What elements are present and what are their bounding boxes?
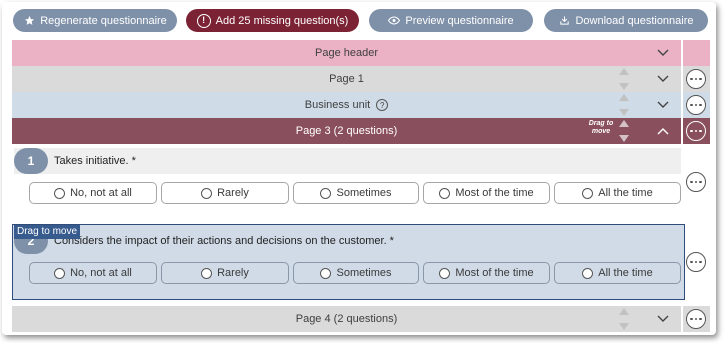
move-up-icon[interactable] xyxy=(619,68,629,75)
reorder-arrows[interactable] xyxy=(618,68,630,90)
business-unit-side xyxy=(683,92,710,118)
page-header-side xyxy=(683,40,710,66)
option-rarely[interactable]: Rarely xyxy=(161,262,289,284)
more-options-icon[interactable] xyxy=(686,69,706,89)
regenerate-questionnaire-button[interactable]: Regenerate questionnaire xyxy=(13,9,177,32)
option-no-not-at-all[interactable]: No, not at all xyxy=(29,262,157,284)
option-label: Sometimes xyxy=(336,187,392,199)
option-label: Most of the time xyxy=(455,187,534,199)
move-down-icon[interactable] xyxy=(619,323,629,330)
option-all-the-time[interactable]: All the time xyxy=(554,182,681,204)
drag-hint: Drag to move xyxy=(588,120,614,135)
exclamation-circle-icon: ! xyxy=(196,13,211,28)
radio-icon[interactable] xyxy=(439,267,451,279)
business-unit-section[interactable]: Business unit ? xyxy=(12,92,681,118)
option-sometimes[interactable]: Sometimes xyxy=(293,262,419,284)
radio-icon[interactable] xyxy=(320,267,332,279)
question-1-options: No, not at all Rarely Sometimes Most of … xyxy=(29,182,684,204)
radio-icon[interactable] xyxy=(201,187,213,199)
star-icon xyxy=(23,15,35,27)
download-questionnaire-button[interactable]: Download questionnaire xyxy=(544,9,708,32)
more-options-icon[interactable] xyxy=(686,121,706,141)
option-label: No, not at all xyxy=(70,187,132,199)
chevron-up-icon[interactable] xyxy=(657,127,669,135)
page-4-side xyxy=(683,306,710,332)
download-icon xyxy=(558,15,570,27)
page-header-section[interactable]: Page header xyxy=(12,40,681,66)
move-down-icon[interactable] xyxy=(619,109,629,116)
page-1-label: Page 1 xyxy=(329,73,364,85)
reorder-arrows[interactable] xyxy=(618,120,630,142)
option-label: Most of the time xyxy=(455,267,534,279)
more-options-icon[interactable] xyxy=(686,252,706,272)
page-3-section[interactable]: Page 3 (2 questions) Drag to move xyxy=(12,118,681,144)
option-label: Rarely xyxy=(217,187,249,199)
page-3-label: Page 3 (2 questions) xyxy=(295,125,398,137)
chevron-down-icon[interactable] xyxy=(657,75,669,83)
drag-to-move-tag[interactable]: Drag to move xyxy=(14,225,81,239)
regenerate-label: Regenerate questionnaire xyxy=(40,14,167,27)
radio-icon[interactable] xyxy=(439,187,451,199)
questionnaire-editor: Regenerate questionnaire ! Add 25 missin… xyxy=(2,2,716,335)
chevron-down-icon[interactable] xyxy=(657,315,669,323)
preview-questionnaire-button[interactable]: Preview questionnaire xyxy=(369,9,533,32)
page-1-side xyxy=(683,66,710,92)
option-no-not-at-all[interactable]: No, not at all xyxy=(29,182,157,204)
question-1-header: 1 Takes initiative. * xyxy=(14,148,681,174)
question-2-options: No, not at all Rarely Sometimes Most of … xyxy=(29,262,684,284)
download-label: Download questionnaire xyxy=(575,14,694,27)
radio-icon[interactable] xyxy=(54,187,66,199)
option-label: Rarely xyxy=(217,267,249,279)
option-rarely[interactable]: Rarely xyxy=(161,182,289,204)
radio-icon[interactable] xyxy=(320,187,332,199)
add-missing-questions-button[interactable]: ! Add 25 missing question(s) xyxy=(186,9,359,32)
page-1-section[interactable]: Page 1 xyxy=(12,66,681,92)
move-up-icon[interactable] xyxy=(619,94,629,101)
toolbar: Regenerate questionnaire ! Add 25 missin… xyxy=(2,2,716,38)
radio-icon[interactable] xyxy=(201,267,213,279)
question-1-text: Takes initiative. * xyxy=(54,155,136,167)
option-label: All the time xyxy=(598,267,653,279)
chevron-down-icon[interactable] xyxy=(657,49,669,57)
question-2-header: 2 Considers the impact of their actions … xyxy=(14,228,681,254)
option-label: No, not at all xyxy=(70,267,132,279)
preview-label: Preview questionnaire xyxy=(405,14,514,27)
chevron-down-icon[interactable] xyxy=(657,101,669,109)
radio-icon[interactable] xyxy=(582,267,594,279)
help-icon[interactable]: ? xyxy=(376,99,389,111)
radio-icon[interactable] xyxy=(582,187,594,199)
more-options-icon[interactable] xyxy=(686,95,706,115)
page-3-side xyxy=(683,118,710,144)
reorder-arrows[interactable] xyxy=(618,94,630,116)
option-most-of-the-time[interactable]: Most of the time xyxy=(423,182,550,204)
reorder-arrows[interactable] xyxy=(618,308,630,330)
page-4-section[interactable]: Page 4 (2 questions) xyxy=(12,306,681,332)
move-up-icon[interactable] xyxy=(619,120,629,127)
business-unit-label: Business unit xyxy=(304,99,371,111)
more-options-icon[interactable] xyxy=(686,309,706,329)
move-down-icon[interactable] xyxy=(619,83,629,90)
radio-icon[interactable] xyxy=(54,267,66,279)
eye-icon xyxy=(388,15,401,27)
option-label: All the time xyxy=(598,187,653,199)
question-2-text: Considers the impact of their actions an… xyxy=(54,235,394,247)
page-4-label: Page 4 (2 questions) xyxy=(295,313,398,325)
option-all-the-time[interactable]: All the time xyxy=(554,262,681,284)
option-most-of-the-time[interactable]: Most of the time xyxy=(423,262,550,284)
option-label: Sometimes xyxy=(336,267,392,279)
add-missing-label: Add 25 missing question(s) xyxy=(215,14,349,27)
move-down-icon[interactable] xyxy=(619,135,629,142)
option-sometimes[interactable]: Sometimes xyxy=(293,182,419,204)
question-number-badge: 1 xyxy=(14,148,48,174)
more-options-icon[interactable] xyxy=(686,172,706,192)
page-header-label: Page header xyxy=(315,47,378,59)
move-up-icon[interactable] xyxy=(619,308,629,315)
